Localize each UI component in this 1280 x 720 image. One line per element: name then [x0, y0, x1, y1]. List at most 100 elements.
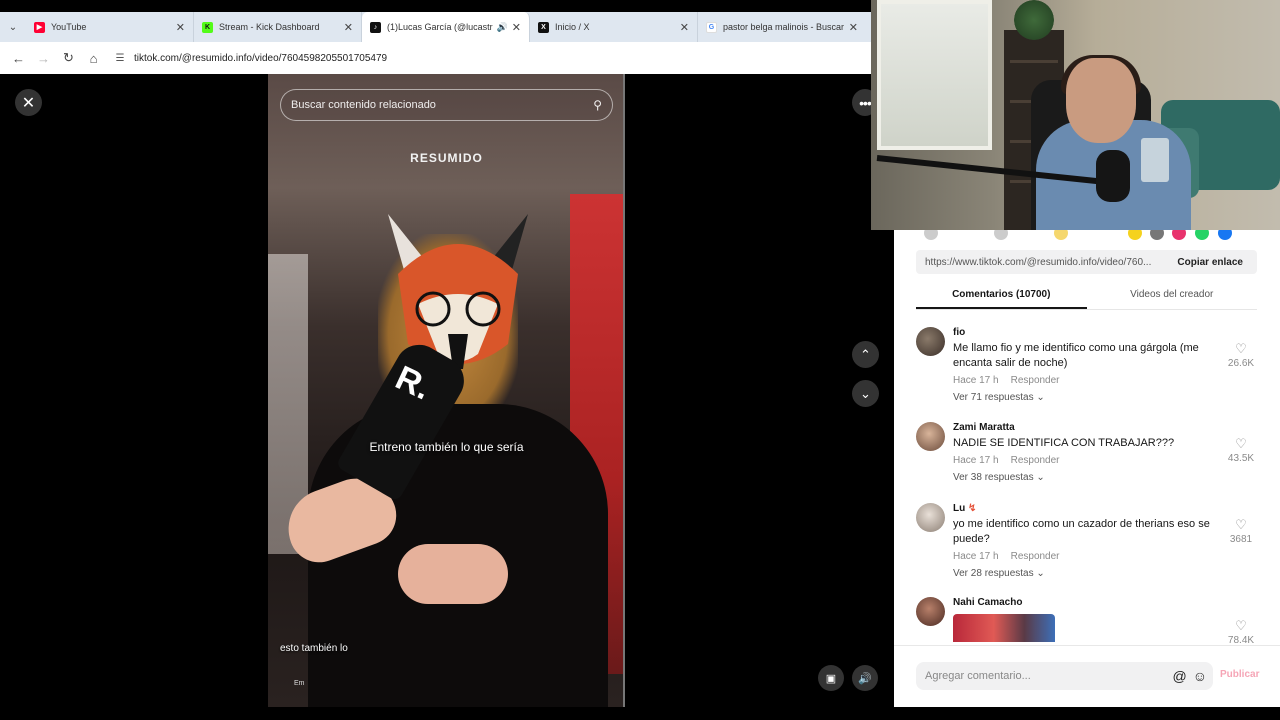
kick-icon: K: [202, 21, 213, 33]
webcam-glass: [1141, 138, 1169, 182]
webcam-plant: [1014, 0, 1054, 40]
comments-panel: https://www.tiktok.com/@resumido.info/vi…: [894, 230, 1280, 707]
share-link-row: https://www.tiktok.com/@resumido.info/vi…: [916, 250, 1257, 274]
like-button[interactable]: ♡ 43.5K: [1221, 436, 1261, 464]
whatsapp-icon[interactable]: [1195, 230, 1209, 240]
related-search-input[interactable]: Buscar contenido relacionado ⚲: [280, 89, 613, 121]
share-icon[interactable]: [1128, 230, 1142, 240]
share-icon[interactable]: [924, 230, 938, 240]
comment-username[interactable]: fio: [953, 327, 1218, 338]
avatar[interactable]: [916, 422, 945, 451]
like-count: 3681: [1229, 534, 1253, 545]
share-link-text[interactable]: https://www.tiktok.com/@resumido.info/vi…: [925, 257, 1167, 268]
tab-title: (1)Lucas García (@lucastran: [387, 22, 493, 32]
share-icon[interactable]: [1172, 230, 1186, 240]
site-settings-icon[interactable]: ☰: [112, 50, 128, 66]
heart-icon[interactable]: ♡: [1221, 517, 1261, 533]
tab-title: Stream - Kick Dashboard: [219, 22, 320, 32]
close-tab-icon[interactable]: ✕: [680, 21, 689, 34]
video-watermark: RESUMIDO: [410, 151, 483, 165]
url-text[interactable]: tiktok.com/@resumido.info/video/76045982…: [134, 53, 387, 64]
close-tab-icon[interactable]: ✕: [849, 21, 858, 34]
tiktok-icon: ♪: [370, 21, 381, 33]
share-icon[interactable]: [1054, 230, 1068, 240]
url-field[interactable]: ☰ tiktok.com/@resumido.info/video/760459…: [112, 46, 388, 70]
tab-tiktok[interactable]: ♪ (1)Lucas García (@lucastran 🔊 ✕: [362, 12, 530, 42]
video-caption: esto también lo: [280, 643, 348, 654]
speaker-icon[interactable]: 🔊: [497, 22, 508, 33]
webcam-microphone: [1096, 150, 1130, 202]
reply-button[interactable]: Responder: [1011, 551, 1060, 562]
comment-text: NADIE SE IDENTIFICA CON TRABAJAR???: [953, 437, 1175, 449]
previous-video-chevron-up-icon[interactable]: ⌃: [852, 341, 879, 368]
reload-icon[interactable]: ↻: [56, 46, 81, 71]
avatar[interactable]: [916, 503, 945, 532]
view-replies-button[interactable]: Ver 38 respuestas: [953, 472, 1034, 483]
comment-time: Hace 17 h: [953, 455, 999, 466]
like-button[interactable]: ♡ 3681: [1221, 517, 1261, 545]
tab-title: pastor belga malinois - Buscar c: [723, 22, 845, 32]
youtube-icon: ▶: [34, 21, 45, 33]
comment-image[interactable]: [953, 614, 1055, 642]
comment-username[interactable]: Lu: [953, 503, 965, 514]
tab-creator-videos[interactable]: Videos del creador: [1087, 282, 1258, 309]
webcam-person-head: [1066, 58, 1136, 143]
comment-time: Hace 17 h: [953, 551, 999, 562]
tab-youtube[interactable]: ▶ YouTube ✕: [26, 12, 194, 42]
heart-icon[interactable]: ♡: [1221, 341, 1261, 357]
like-count: 26.6K: [1227, 358, 1255, 369]
share-icon[interactable]: [1150, 230, 1164, 240]
close-tab-icon[interactable]: ✕: [176, 21, 185, 34]
close-video-button[interactable]: ✕: [15, 89, 42, 116]
tab-title: YouTube: [51, 22, 87, 32]
mention-icon[interactable]: @: [1172, 668, 1186, 684]
tab-search-icon[interactable]: ⌄: [0, 12, 26, 42]
copy-link-button[interactable]: Copiar enlace: [1167, 257, 1257, 268]
facebook-icon[interactable]: [1218, 230, 1232, 240]
tab-google[interactable]: G pastor belga malinois - Buscar c ✕: [698, 12, 866, 42]
search-icon[interactable]: ⚲: [593, 98, 602, 112]
close-tab-icon[interactable]: ✕: [344, 21, 353, 34]
view-replies-button[interactable]: Ver 71 respuestas: [953, 392, 1034, 403]
tab-kick[interactable]: K Stream - Kick Dashboard ✕: [194, 12, 362, 42]
comment-text: yo me identifico como un cazador de ther…: [953, 518, 1210, 545]
share-icons-strip: [894, 230, 1280, 242]
comment-time: Hace 17 h: [953, 375, 999, 386]
chevron-down-icon: ⌄: [1036, 392, 1045, 403]
volume-icon[interactable]: 🔊: [852, 665, 878, 691]
like-button[interactable]: ♡ 78.4K: [1221, 618, 1261, 646]
comment-text: Me llamo fio y me identifico como una gá…: [953, 342, 1199, 369]
video-subject-hands: [398, 544, 508, 604]
heart-icon[interactable]: ♡: [1221, 618, 1261, 634]
tab-comments[interactable]: Comentarios (10700): [916, 282, 1087, 309]
forward-arrow-icon[interactable]: →: [31, 46, 56, 71]
publish-button[interactable]: Publicar: [1220, 669, 1259, 680]
close-tab-icon[interactable]: ✕: [512, 21, 521, 34]
avatar[interactable]: [916, 327, 945, 356]
view-replies-button[interactable]: Ver 28 respuestas: [953, 568, 1034, 579]
reply-button[interactable]: Responder: [1011, 375, 1060, 386]
chevron-down-icon: ⌄: [1036, 568, 1045, 579]
emoji-icon[interactable]: ☺: [1193, 668, 1207, 684]
address-bar: ← → ↻ ⌂ ☰ tiktok.com/@resumido.info/vide…: [0, 42, 872, 74]
next-video-chevron-down-icon[interactable]: ⌄: [852, 380, 879, 407]
comment-username[interactable]: Nahi Camacho: [953, 597, 1218, 608]
back-arrow-icon[interactable]: ←: [6, 46, 31, 71]
related-search-placeholder: Buscar contenido relacionado: [291, 99, 436, 111]
share-icon[interactable]: [994, 230, 1008, 240]
home-icon[interactable]: ⌂: [81, 46, 106, 71]
reply-button[interactable]: Responder: [1011, 455, 1060, 466]
comment-input[interactable]: Agregar comentario... @ ☺: [916, 662, 1213, 690]
video-player[interactable]: R. Buscar contenido relacionado ⚲ RESUMI…: [268, 74, 625, 707]
mini-player-icon[interactable]: ▣: [818, 665, 844, 691]
tab-x[interactable]: X Inicio / X ✕: [530, 12, 698, 42]
browser-tab-bar: ⌄ ▶ YouTube ✕ K Stream - Kick Dashboard …: [0, 12, 872, 42]
comment-input-placeholder: Agregar comentario...: [925, 670, 1031, 682]
comment-username[interactable]: Zami Maratta: [953, 422, 1218, 433]
webcam-window: [877, 0, 992, 150]
google-icon: G: [706, 21, 717, 33]
like-count: 43.5K: [1227, 453, 1255, 464]
avatar[interactable]: [916, 597, 945, 626]
like-button[interactable]: ♡ 26.6K: [1221, 341, 1261, 369]
heart-icon[interactable]: ♡: [1221, 436, 1261, 452]
